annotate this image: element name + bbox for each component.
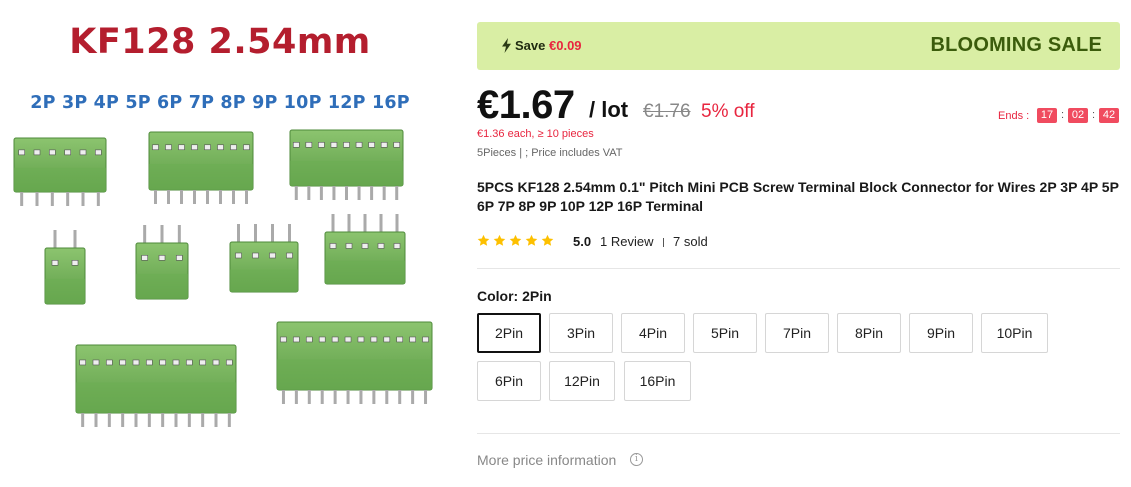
- star-icon: [541, 234, 554, 246]
- terminal-block: [324, 214, 406, 285]
- divider: [663, 238, 664, 247]
- image-title: KF128 2.54mm: [69, 22, 371, 62]
- countdown-separator: :: [1092, 109, 1096, 121]
- star-icon: [493, 234, 506, 246]
- bulk-price: €1.36 each, ≥ 10 pieces: [477, 128, 594, 140]
- countdown-minutes: 02: [1068, 108, 1088, 123]
- color-label-value: 2Pin: [522, 288, 552, 304]
- star-icon: [477, 234, 490, 246]
- terminal-block: [135, 225, 189, 300]
- sale-title: BLOOMING SALE: [930, 34, 1102, 56]
- price-unit: / lot: [589, 97, 629, 122]
- bolt-icon: [502, 38, 511, 53]
- original-price: €1.76: [643, 101, 691, 122]
- terminal-block: [276, 321, 433, 404]
- terminal-block: [229, 224, 299, 293]
- product-image[interactable]: KF128 2.54mm 2P 3P 4P 5P 6P 7P 8P 9P 10P…: [0, 0, 440, 487]
- save-amount: €0.09: [549, 38, 582, 53]
- option-16pin[interactable]: 16Pin: [624, 361, 691, 401]
- divider: [477, 433, 1120, 434]
- sale-banner: Save €0.09 BLOOMING SALE: [477, 22, 1120, 70]
- more-price-info-link[interactable]: More price information: [477, 452, 616, 468]
- option-3pin[interactable]: 3Pin: [549, 313, 613, 353]
- divider: [477, 268, 1120, 269]
- rating-row: 5.0 1 Review 7 sold: [477, 233, 877, 251]
- option-5pin[interactable]: 5Pin: [693, 313, 757, 353]
- sold-count: 7 sold: [673, 234, 708, 249]
- color-label: Color: 2Pin: [477, 288, 552, 304]
- discount-percent: 5% off: [701, 101, 755, 122]
- color-label-key: Color:: [477, 288, 519, 304]
- terminal-block: [148, 131, 254, 204]
- rating-value: 5.0: [573, 234, 592, 249]
- option-12pin[interactable]: 12Pin: [549, 361, 615, 401]
- terminal-block: [289, 129, 404, 200]
- option-6pin[interactable]: 6Pin: [477, 361, 541, 401]
- option-10pin[interactable]: 10Pin: [981, 313, 1048, 353]
- terminal-block: [75, 344, 237, 427]
- countdown-separator: :: [1061, 109, 1065, 121]
- countdown-hours: 17: [1037, 108, 1057, 123]
- image-subtitle: 2P 3P 4P 5P 6P 7P 8P 9P 10P 12P 16P: [30, 93, 410, 113]
- option-9pin[interactable]: 9Pin: [909, 313, 973, 353]
- option-4pin[interactable]: 4Pin: [621, 313, 685, 353]
- terminal-blocks-photo: [13, 129, 433, 427]
- current-price: €1.67: [477, 83, 575, 127]
- terminal-block: [13, 137, 107, 206]
- countdown-seconds: 42: [1099, 108, 1119, 123]
- star-icon: [525, 234, 538, 246]
- star-icon: [509, 234, 522, 246]
- reviews-link[interactable]: 1 Review: [600, 234, 653, 249]
- save-label: Save: [515, 38, 546, 53]
- product-title: 5PCS KF128 2.54mm 0.1" Pitch Mini PCB Sc…: [477, 179, 1119, 214]
- terminal-block: [44, 230, 86, 305]
- option-7pin[interactable]: 7Pin: [765, 313, 829, 353]
- info-icon[interactable]: i: [630, 453, 643, 466]
- vat-info: 5Pieces | ; Price includes VAT: [477, 147, 623, 159]
- countdown-label: Ends :: [998, 110, 1030, 122]
- option-2pin[interactable]: 2Pin: [477, 313, 541, 353]
- option-8pin[interactable]: 8Pin: [837, 313, 901, 353]
